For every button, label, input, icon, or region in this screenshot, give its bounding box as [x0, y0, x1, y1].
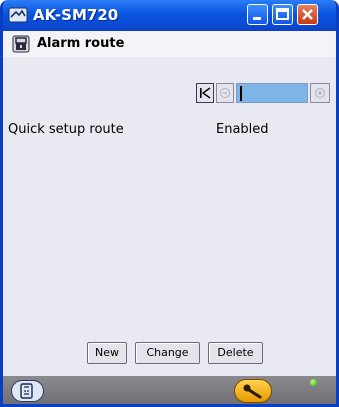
- window-title: AK-SM720: [33, 6, 119, 24]
- main-content: Alarm route Quick setup route Enabled Ne…: [3, 31, 336, 376]
- title-bar[interactable]: AK-SM720: [3, 0, 336, 31]
- app-window: AK-SM720 Alarm route Quick setup route E…: [0, 0, 339, 407]
- minimize-button[interactable]: [247, 4, 268, 25]
- lock-icon: [12, 35, 30, 53]
- next-record-button[interactable]: [310, 83, 330, 103]
- status-indicator: [310, 379, 317, 386]
- list-item[interactable]: Quick setup route Enabled: [3, 122, 336, 140]
- delete-button[interactable]: Delete: [208, 342, 263, 364]
- setting-value: Enabled: [216, 122, 269, 137]
- key-icon: [243, 384, 262, 399]
- first-page-icon: [200, 87, 211, 99]
- first-record-button[interactable]: [196, 83, 214, 103]
- next-icon: [315, 88, 325, 98]
- maximize-button[interactable]: [272, 4, 293, 25]
- record-index-field[interactable]: [236, 83, 308, 103]
- footer-bar: [3, 376, 336, 404]
- close-button[interactable]: [297, 4, 318, 25]
- page-header: Alarm route: [3, 31, 336, 57]
- tree-button[interactable]: [11, 380, 44, 402]
- tree-icon: [20, 383, 33, 399]
- key-button[interactable]: [234, 379, 272, 403]
- text-cursor: [240, 86, 242, 101]
- setting-label: Quick setup route: [8, 122, 124, 137]
- change-button[interactable]: Change: [135, 342, 200, 364]
- previous-record-button[interactable]: [216, 83, 234, 103]
- app-icon: [8, 7, 28, 23]
- previous-icon: [220, 88, 230, 98]
- page-title: Alarm route: [37, 36, 125, 51]
- new-button[interactable]: New: [87, 342, 127, 364]
